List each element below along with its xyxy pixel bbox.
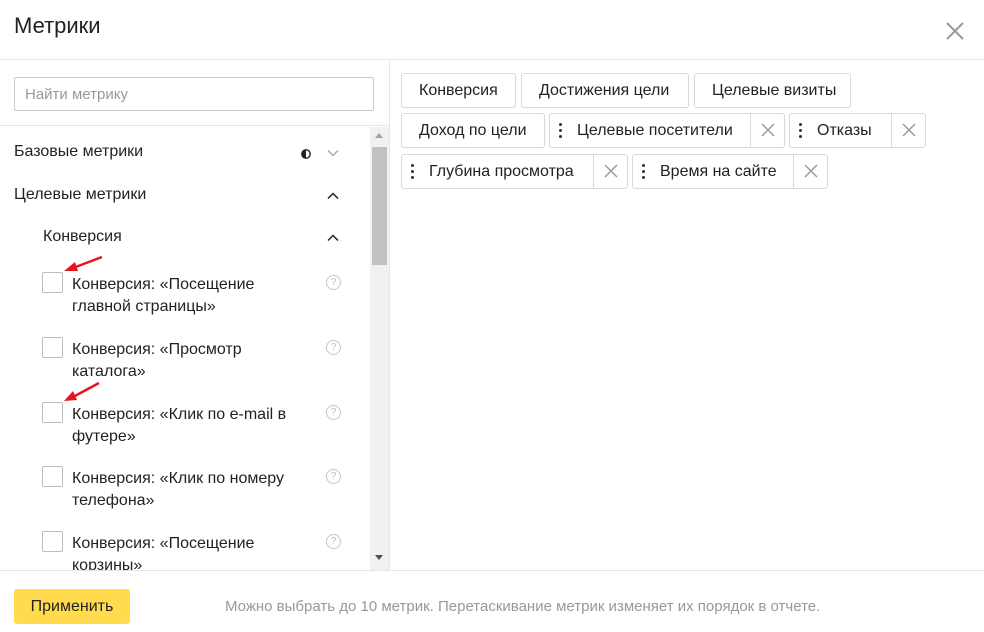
help-icon[interactable]: ? bbox=[326, 340, 341, 355]
selected-metric-chip[interactable]: Глубина просмотра bbox=[401, 154, 628, 189]
selected-metric-chip[interactable]: Время на сайте bbox=[632, 154, 828, 189]
selected-metric-chip[interactable]: Целевые визиты bbox=[694, 73, 851, 108]
drag-handle-icon[interactable] bbox=[411, 164, 414, 179]
chevron-up-icon[interactable] bbox=[327, 232, 339, 244]
group-conversion-label: Конверсия bbox=[43, 228, 122, 245]
metrics-list-panel: Базовые метрики Целевые метрики Конверси… bbox=[0, 61, 390, 570]
list-scrollbar[interactable] bbox=[370, 127, 389, 570]
close-icon[interactable] bbox=[944, 20, 966, 42]
close-icon[interactable] bbox=[804, 164, 818, 178]
selected-metric-chip[interactable]: Отказы bbox=[789, 113, 926, 148]
annotation-arrow-icon bbox=[64, 255, 103, 271]
remove-metric-button[interactable] bbox=[593, 155, 627, 188]
scroll-thumb[interactable] bbox=[372, 147, 387, 265]
remove-metric-button[interactable] bbox=[750, 114, 784, 147]
metrics-list: Базовые метрики Целевые метрики Конверси… bbox=[0, 127, 370, 570]
help-icon[interactable]: ? bbox=[326, 469, 341, 484]
help-icon[interactable]: ? bbox=[326, 275, 341, 290]
group-basic-metrics[interactable]: Базовые метрики bbox=[0, 133, 370, 173]
close-icon[interactable] bbox=[902, 123, 916, 137]
group-goal-metrics[interactable]: Целевые метрики bbox=[0, 176, 370, 216]
drag-handle-icon[interactable] bbox=[559, 123, 562, 138]
list-item: Конверсия: «Посещение корзины» ? bbox=[0, 531, 370, 570]
selected-metrics-panel: Конверсия Достижения цели Целевые визиты… bbox=[391, 61, 984, 570]
search-input[interactable] bbox=[14, 77, 374, 111]
help-icon[interactable]: ? bbox=[326, 534, 341, 549]
chip-label: Целевые посетители bbox=[577, 122, 733, 139]
selected-metric-chip[interactable]: Доход по цели bbox=[401, 113, 545, 148]
selected-metric-chip[interactable]: Достижения цели bbox=[521, 73, 689, 108]
group-basic-metrics-label: Базовые метрики bbox=[14, 143, 144, 160]
metric-checkbox[interactable] bbox=[42, 531, 63, 552]
dialog-title: Метрики bbox=[14, 13, 101, 38]
list-item: Конверсия: «Посещение главной страницы» … bbox=[0, 272, 370, 332]
close-icon[interactable] bbox=[604, 164, 618, 178]
metric-checkbox[interactable] bbox=[42, 402, 63, 423]
drag-handle-icon[interactable] bbox=[799, 123, 802, 138]
selected-metric-chip[interactable]: Конверсия bbox=[401, 73, 516, 108]
search-area bbox=[0, 61, 389, 126]
metric-checkbox[interactable] bbox=[42, 337, 63, 358]
metric-label[interactable]: Конверсия: «Посещение корзины» bbox=[72, 533, 312, 570]
footer-hint: Можно выбрать до 10 метрик. Перетаскиван… bbox=[225, 598, 821, 615]
metric-checkbox[interactable] bbox=[42, 272, 63, 293]
list-item: Конверсия: «Просмотр каталога» ? bbox=[0, 337, 370, 397]
chip-label: Конверсия bbox=[419, 82, 498, 99]
chip-label: Достижения цели bbox=[539, 82, 670, 99]
group-goal-metrics-label: Целевые метрики bbox=[14, 186, 147, 203]
metric-label[interactable]: Конверсия: «Клик по e-mail в футере» bbox=[72, 404, 312, 448]
scroll-up-arrow-icon[interactable] bbox=[375, 133, 383, 138]
scroll-down-arrow-icon[interactable] bbox=[375, 555, 383, 560]
selected-metric-chip[interactable]: Целевые посетители bbox=[549, 113, 785, 148]
chip-label: Доход по цели bbox=[419, 122, 527, 139]
list-item: Конверсия: «Клик по e-mail в футере» ? bbox=[0, 402, 370, 462]
chip-label: Отказы bbox=[817, 122, 872, 139]
close-button[interactable] bbox=[944, 20, 966, 42]
half-circle-icon bbox=[301, 149, 311, 159]
dialog-header: Метрики bbox=[0, 0, 984, 60]
chip-label: Время на сайте bbox=[660, 163, 777, 180]
close-icon[interactable] bbox=[761, 123, 775, 137]
metric-checkbox[interactable] bbox=[42, 466, 63, 487]
group-conversion[interactable]: Конверсия bbox=[0, 218, 370, 258]
drag-handle-icon[interactable] bbox=[642, 164, 645, 179]
chip-label: Целевые визиты bbox=[712, 82, 837, 99]
dialog-footer: Применить Можно выбрать до 10 метрик. Пе… bbox=[0, 570, 984, 632]
annotation-arrow-icon bbox=[64, 381, 100, 401]
help-icon[interactable]: ? bbox=[326, 405, 341, 420]
apply-button[interactable]: Применить bbox=[14, 589, 130, 624]
metric-label[interactable]: Конверсия: «Посещение главной страницы» bbox=[72, 274, 312, 318]
metric-label[interactable]: Конверсия: «Просмотр каталога» bbox=[72, 339, 312, 383]
list-item: Конверсия: «Клик по номеру телефона» ? bbox=[0, 466, 370, 526]
chevron-down-icon[interactable] bbox=[327, 147, 339, 159]
remove-metric-button[interactable] bbox=[891, 114, 925, 147]
chip-label: Глубина просмотра bbox=[429, 163, 574, 180]
metric-label[interactable]: Конверсия: «Клик по номеру телефона» bbox=[72, 468, 312, 512]
remove-metric-button[interactable] bbox=[793, 155, 827, 188]
chevron-up-icon[interactable] bbox=[327, 190, 339, 202]
